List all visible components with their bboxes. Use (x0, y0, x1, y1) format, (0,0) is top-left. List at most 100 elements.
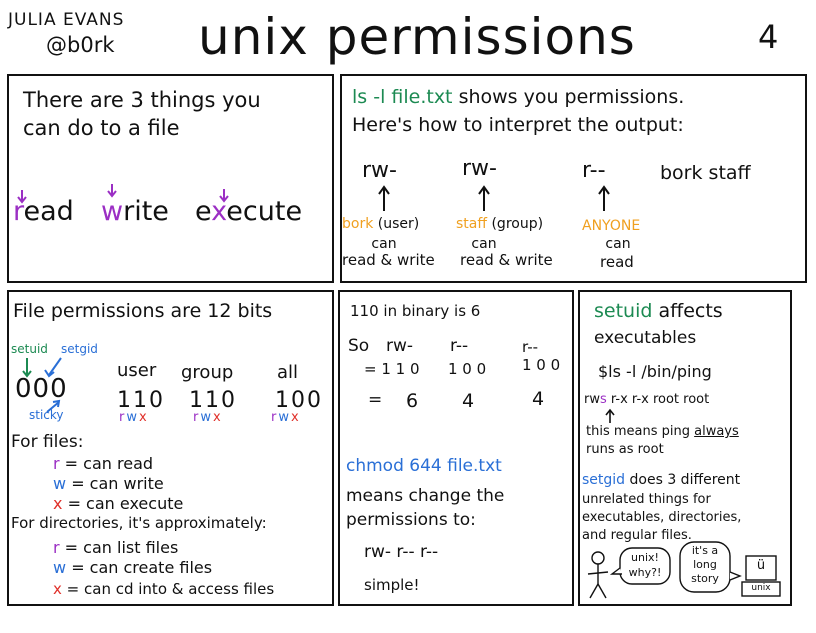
simple-label: simple! (364, 576, 420, 594)
perm-col-2: r-- (450, 336, 469, 356)
decimal-equals: = (368, 390, 383, 410)
panel-ls-output: ls -l file.txt shows you permissions. He… (340, 74, 807, 283)
rwx-x: x (213, 410, 223, 425)
setgid-line-3: executables, directories, (582, 510, 742, 525)
page-number: 4 (758, 18, 779, 56)
rwx-x: x (291, 410, 301, 425)
bits-heading: File permissions are 12 bits (13, 300, 273, 322)
item-text: = can cd into & access files (66, 580, 275, 598)
who-group: staff (group) (456, 216, 543, 232)
setuid-word: setuid (594, 300, 653, 322)
item-letter: x (53, 494, 63, 513)
item-letter: x (53, 580, 62, 598)
panel-setuid: setuid affects executables $ls -l /bin/p… (578, 290, 792, 606)
author-name: JULIA EVANS (8, 10, 125, 30)
page-title: unix permissions (198, 8, 636, 66)
col-group-label: group (181, 362, 234, 383)
ping-output: rws r-x r-x root root (584, 392, 709, 407)
binary-col-3: 1 0 0 (522, 356, 561, 374)
special-bits: 000 (15, 374, 68, 404)
action-write: write (101, 196, 169, 227)
chmod-result: rw- r-- r-- (364, 542, 439, 562)
setgid-line-2: unrelated things for (582, 492, 711, 507)
ping-perm-s: s (599, 392, 607, 407)
item-text: = can read (64, 454, 154, 473)
decimal-col-2: 4 (462, 390, 475, 412)
read-letter: r (13, 196, 24, 227)
bubble2-line-3: story (691, 572, 719, 585)
means-line-1: means change the (346, 486, 505, 506)
means-line-2: permissions to: (346, 510, 476, 530)
arrow-icon-other (598, 185, 610, 211)
computer-label: unix (751, 583, 771, 593)
setgid-line-1: setgid does 3 different (582, 472, 740, 488)
computer-face: ü (756, 558, 766, 573)
who-user: bork (user) (342, 216, 419, 232)
can-user: can (371, 236, 397, 252)
can-other: can (605, 236, 631, 252)
files-item-w: w = can write (53, 474, 164, 493)
intro-line-2: can do to a file (23, 116, 180, 140)
bubble1-line-2: why?! (628, 566, 662, 579)
ls-line-2: Here's how to interpret the output: (352, 114, 684, 136)
setgid-rest: does 3 different (629, 472, 741, 488)
ping-command: $ls -l /bin/ping (598, 362, 712, 381)
ping-rest: r-x r-x root root (610, 392, 710, 407)
ping-note-2: runs as root (586, 442, 664, 457)
ls-command: ls -l file.txt (352, 86, 453, 108)
dirs-heading: For directories, it's approximately: (11, 514, 267, 532)
what-user: read & write (342, 251, 435, 269)
ls-line-1-rest: shows you permissions. (458, 86, 685, 108)
bubble2-line-1: it's a (691, 544, 719, 557)
rwx-w: w (278, 410, 291, 425)
bubble2-line-2: long (693, 558, 717, 571)
panel-file-actions: There are 3 things you can do to a file … (7, 74, 334, 283)
rwx-w: w (200, 410, 213, 425)
binary-line: 110 in binary is 6 (350, 302, 481, 320)
setgid-line-4: and regular files. (582, 528, 692, 543)
col-user-label: user (117, 360, 157, 381)
decimal-col-3: 4 (532, 388, 545, 410)
arrow-icon-execute (219, 189, 229, 203)
setgid-label: setgid (61, 342, 98, 356)
execute-rest: ecute (226, 196, 303, 227)
perm-group: rw- (462, 156, 497, 181)
so-label: So (348, 336, 370, 356)
what-group: read & write (460, 251, 553, 269)
item-letter: w (53, 558, 67, 577)
item-text: = can write (71, 474, 164, 493)
note-always: always (694, 424, 739, 439)
read-rest: ead (23, 196, 74, 227)
can-group: can (471, 236, 497, 252)
files-item-r: r = can read (53, 454, 153, 473)
action-execute: execute (195, 196, 302, 227)
files-item-x: x = can execute (53, 494, 183, 513)
who-other: ANYONE (582, 218, 641, 234)
files-heading: For files: (11, 432, 84, 452)
item-letter: w (53, 474, 67, 493)
arrow-icon-sticky (46, 399, 61, 413)
who-group-name: staff (456, 216, 488, 232)
execute-prefix: e (195, 196, 212, 227)
ping-perm-prefix: rw (584, 392, 600, 407)
item-text: = can create files (71, 558, 213, 577)
dirs-item-x: x = can cd into & access files (53, 580, 274, 598)
who-user-name: bork (342, 216, 374, 232)
perm-col-3: r-- (522, 338, 539, 356)
write-letter: w (101, 196, 124, 227)
binary-col-1: = 1 1 0 (364, 360, 420, 378)
dirs-item-r: r = can list files (53, 538, 178, 557)
col-group-rwx: rwx (193, 410, 223, 425)
write-rest: rite (123, 196, 169, 227)
item-text: = can list files (64, 538, 179, 557)
who-group-note: (group) (491, 216, 544, 232)
decimal-col-1: 6 (406, 390, 419, 412)
computer-icon (741, 555, 781, 597)
intro-line-1: There are 3 things you (23, 88, 261, 112)
col-all-rwx: rwx (271, 410, 301, 425)
author-handle: @b0rk (46, 33, 115, 57)
execute-letter: x (211, 196, 227, 227)
chmod-command: chmod 644 file.txt (346, 456, 502, 476)
perm-user: rw- (362, 158, 397, 183)
item-letter: r (53, 454, 60, 473)
